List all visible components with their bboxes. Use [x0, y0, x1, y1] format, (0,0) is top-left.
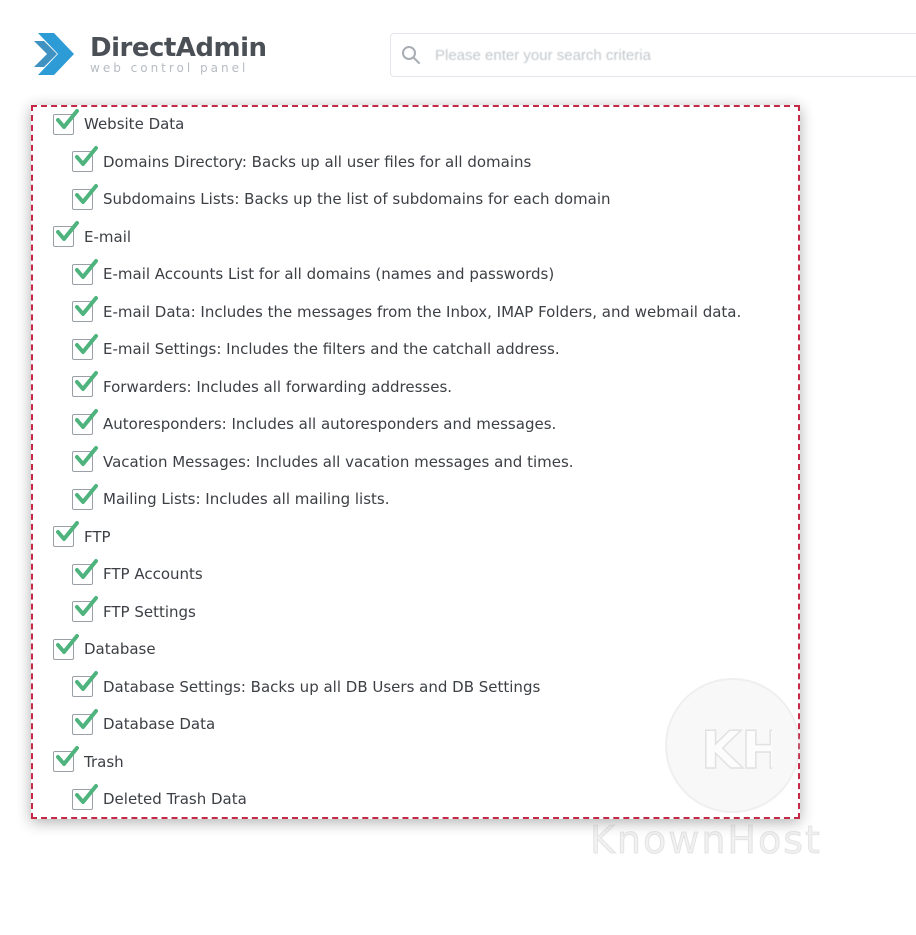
- search-icon: [402, 46, 420, 64]
- checkmark-icon: [75, 558, 98, 579]
- backup-option-label[interactable]: Autoresponders: Includes all autorespond…: [103, 415, 556, 433]
- checkmark-icon: [75, 596, 98, 616]
- checkmark-icon: [75, 408, 98, 429]
- backup-option-label[interactable]: E-mail: [84, 228, 131, 246]
- backup-option-label[interactable]: FTP Settings: [103, 603, 196, 621]
- checkmark-icon: [56, 746, 79, 766]
- backup-option-label[interactable]: Forwarders: Includes all forwarding addr…: [103, 378, 452, 396]
- backup-option-checkbox[interactable]: [72, 333, 98, 360]
- checkmark-icon: [75, 783, 98, 804]
- backup-option-label[interactable]: FTP: [84, 528, 111, 546]
- directadmin-logo[interactable]: DirectAdmin web control panel: [34, 26, 267, 82]
- checkmark-icon: [56, 633, 79, 654]
- backup-option-label[interactable]: Database Data: [103, 715, 215, 733]
- brand-name: DirectAdmin: [90, 32, 267, 63]
- search-input[interactable]: [433, 45, 853, 65]
- checkmark-icon: [56, 221, 79, 241]
- backup-option-label[interactable]: Domains Directory: Backs up all user fil…: [103, 153, 531, 171]
- brand-tagline: web control panel: [90, 60, 249, 75]
- backup-option-checkbox[interactable]: [72, 596, 98, 622]
- backup-option-section-0[interactable]: Website Data: [53, 108, 184, 137]
- backup-option-label[interactable]: Vacation Messages: Includes all vacation…: [103, 453, 574, 471]
- backup-option-checkbox[interactable]: [53, 221, 79, 247]
- backup-option-label[interactable]: Trash: [84, 753, 124, 771]
- backup-option-section-0-item-1[interactable]: Subdomains Lists: Backs up the list of s…: [72, 183, 611, 212]
- backup-option-checkbox[interactable]: [72, 371, 98, 397]
- kh-monogram-icon: KH: [700, 720, 772, 782]
- backup-option-checkbox[interactable]: [72, 558, 98, 585]
- checkmark-icon: [75, 296, 98, 316]
- backup-option-section-1-item-4[interactable]: Autoresponders: Includes all autorespond…: [72, 408, 556, 437]
- knownhost-watermark-logo: KH: [665, 678, 800, 813]
- backup-option-section-4-item-0[interactable]: Deleted Trash Data: [72, 783, 247, 812]
- backup-option-section-1-item-2[interactable]: E-mail Settings: Includes the filters an…: [72, 333, 560, 362]
- backup-option-label[interactable]: Subdomains Lists: Backs up the list of s…: [103, 190, 611, 208]
- checkmark-icon: [75, 146, 98, 166]
- backup-option-label[interactable]: FTP Accounts: [103, 565, 203, 583]
- backup-option-checkbox[interactable]: [72, 258, 98, 285]
- backup-option-checkbox[interactable]: [72, 296, 98, 322]
- checkmark-icon: [75, 708, 98, 729]
- backup-option-section-1[interactable]: E-mail: [53, 221, 131, 250]
- backup-option-section-1-item-6[interactable]: Mailing Lists: Includes all mailing list…: [72, 483, 390, 512]
- backup-option-checkbox[interactable]: [72, 483, 98, 510]
- backup-option-checkbox[interactable]: [72, 446, 98, 472]
- backup-option-section-2-item-0[interactable]: FTP Accounts: [72, 558, 203, 587]
- checkmark-icon: [75, 371, 98, 391]
- backup-option-label[interactable]: Database: [84, 640, 156, 658]
- checkmark-icon: [75, 671, 98, 691]
- backup-option-checkbox[interactable]: [53, 746, 79, 772]
- backup-option-checkbox[interactable]: [72, 146, 98, 172]
- backup-option-label[interactable]: Website Data: [84, 115, 184, 133]
- checkmark-icon: [75, 483, 98, 504]
- checkmark-icon: [56, 521, 79, 541]
- backup-option-section-3[interactable]: Database: [53, 633, 156, 662]
- backup-option-section-1-item-5[interactable]: Vacation Messages: Includes all vacation…: [72, 446, 574, 475]
- backup-option-checkbox[interactable]: [53, 633, 79, 660]
- backup-option-label[interactable]: Deleted Trash Data: [103, 790, 247, 808]
- backup-option-label[interactable]: Database Settings: Backs up all DB Users…: [103, 678, 540, 696]
- checkmark-icon: [75, 446, 98, 466]
- backup-option-section-2-item-1[interactable]: FTP Settings: [72, 596, 196, 625]
- checkmark-icon: [75, 258, 98, 279]
- checkmark-icon: [75, 333, 98, 354]
- backup-option-section-4[interactable]: Trash: [53, 746, 124, 775]
- backup-option-checkbox[interactable]: [53, 521, 79, 547]
- backup-option-label[interactable]: Mailing Lists: Includes all mailing list…: [103, 490, 390, 508]
- backup-option-checkbox[interactable]: [53, 108, 79, 135]
- backup-option-label[interactable]: E-mail Settings: Includes the filters an…: [103, 340, 560, 358]
- backup-option-checkbox[interactable]: [72, 408, 98, 435]
- backup-option-label[interactable]: E-mail Data: Includes the messages from …: [103, 303, 741, 321]
- backup-option-section-0-item-0[interactable]: Domains Directory: Backs up all user fil…: [72, 146, 531, 175]
- backup-option-section-1-item-1[interactable]: E-mail Data: Includes the messages from …: [72, 296, 741, 325]
- backup-option-section-3-item-0[interactable]: Database Settings: Backs up all DB Users…: [72, 671, 540, 700]
- backup-option-section-1-item-0[interactable]: E-mail Accounts List for all domains (na…: [72, 258, 554, 287]
- backup-option-label[interactable]: E-mail Accounts List for all domains (na…: [103, 265, 554, 283]
- knownhost-watermark-text: KnownHost: [590, 818, 822, 863]
- checkmark-icon: [75, 183, 98, 204]
- backup-option-section-2[interactable]: FTP: [53, 521, 111, 550]
- backup-option-section-1-item-3[interactable]: Forwarders: Includes all forwarding addr…: [72, 371, 452, 400]
- backup-option-checkbox[interactable]: [72, 708, 98, 735]
- backup-option-checkbox[interactable]: [72, 671, 98, 697]
- checkmark-icon: [56, 108, 79, 129]
- search-box[interactable]: [390, 33, 916, 77]
- backup-option-checkbox[interactable]: [72, 783, 98, 810]
- backup-option-checkbox[interactable]: [72, 183, 98, 210]
- backup-option-section-3-item-1[interactable]: Database Data: [72, 708, 215, 737]
- svg-text:KH: KH: [701, 721, 772, 781]
- directadmin-logo-icon: [34, 33, 74, 75]
